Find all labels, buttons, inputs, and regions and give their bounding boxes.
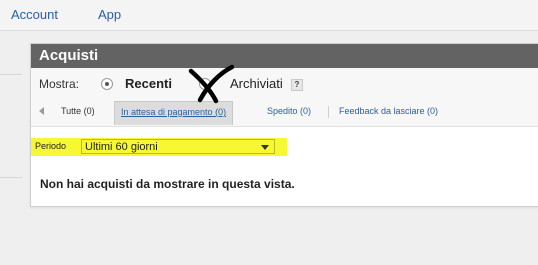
tab-separator — [328, 106, 329, 118]
left-divider-top — [0, 74, 22, 75]
period-select-value: Ultimi 60 giorni — [85, 141, 158, 153]
empty-state-message: Non hai acquisti da mostrare in questa v… — [40, 177, 295, 191]
panel-header: Acquisti — [31, 44, 538, 68]
status-tabs: Tutte (0) In attesa di pagamento (0) Spe… — [31, 96, 538, 127]
page-title: Acquisti — [39, 47, 99, 64]
option-archiviati-label[interactable]: Archiviati — [230, 76, 283, 91]
radio-recenti[interactable] — [101, 78, 113, 90]
show-filter-row: Mostra: Recenti Archiviati ? — [31, 68, 538, 96]
chevron-down-icon — [261, 145, 269, 150]
period-label: Periodo — [35, 141, 67, 151]
radio-selected-dot — [105, 82, 109, 86]
show-label: Mostra: — [39, 77, 80, 91]
period-select[interactable]: Ultimi 60 giorni — [81, 139, 275, 154]
help-icon[interactable]: ? — [291, 79, 303, 91]
option-recenti-label[interactable]: Recenti — [125, 76, 172, 91]
top-navigation: Account App — [0, 0, 538, 31]
nav-account-link[interactable]: Account — [11, 7, 58, 22]
tab-feedback[interactable]: Feedback da lasciare (0) — [339, 106, 438, 116]
tab-all[interactable]: Tutte (0) — [61, 106, 95, 116]
nav-app-link[interactable]: App — [98, 7, 121, 22]
tab-shipped[interactable]: Spedito (0) — [267, 106, 311, 116]
period-filter: Periodo Ultimi 60 giorni — [31, 138, 287, 156]
left-divider-bottom — [0, 177, 22, 178]
purchases-panel: Acquisti Mostra: Recenti Archiviati ? Tu… — [30, 43, 538, 207]
cross-mark-icon — [188, 64, 235, 104]
arrow-left-icon[interactable] — [39, 107, 44, 115]
